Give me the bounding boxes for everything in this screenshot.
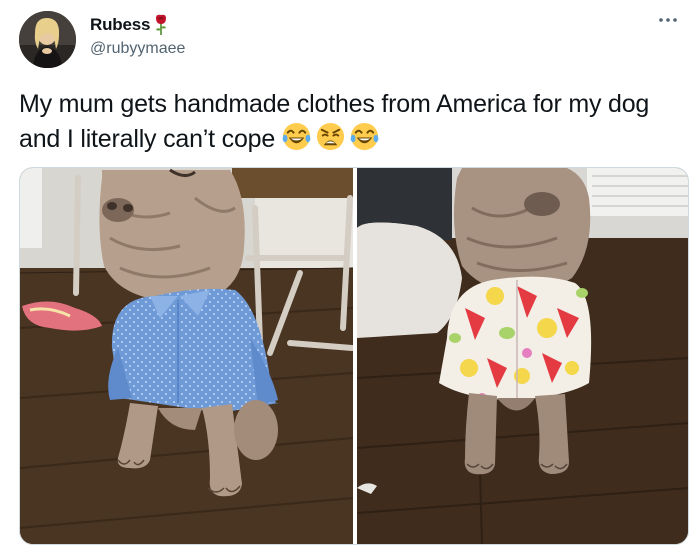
face-with-tears-of-joy-icon [282,122,311,151]
author-name[interactable]: Rubess [90,15,150,35]
dog-blue-shirt-image [20,168,353,544]
face-with-tears-of-joy-icon [350,122,379,151]
photo-dog-blue-shirt[interactable] [20,168,353,544]
weary-face-icon [317,122,345,151]
avatar[interactable] [19,11,76,68]
photo-dog-fruit-shirt[interactable] [357,168,688,544]
dog-fruit-shirt-image [357,168,688,544]
avatar-photo [19,11,76,68]
media-grid [19,167,689,545]
tweet-emojis [281,121,383,161]
rose-icon [156,14,166,35]
more-options-icon[interactable] [656,10,680,30]
tweet-text: My mum gets handmade clothes from Americ… [19,88,689,161]
tweet: Rubess @rubyymaee My mum gets handmade c… [0,0,700,557]
author-handle[interactable]: @rubyymaee [90,40,185,58]
